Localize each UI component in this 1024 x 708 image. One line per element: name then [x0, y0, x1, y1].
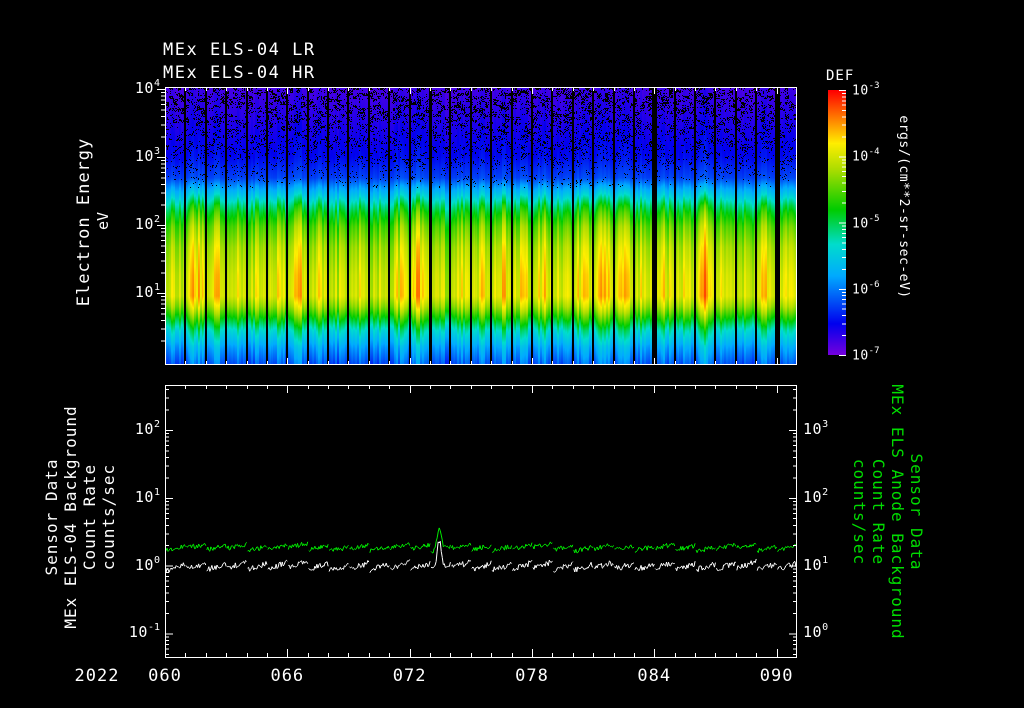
axis-title-line: Sensor Data [42, 458, 61, 576]
xtick-label: 066 [270, 666, 305, 686]
ytick-label: 102 [134, 419, 160, 438]
axis-title-line: Count Rate [80, 463, 99, 571]
ytick-label: 100 [134, 554, 160, 574]
plot-title-lr: MEx ELS-04 LR [163, 40, 316, 60]
ytick-label: 102 [803, 486, 829, 506]
ytick-label: 102 [134, 214, 160, 233]
xtick-label: 072 [392, 666, 427, 686]
xtick-label: 060 [148, 666, 182, 686]
ytick-label: 10-1 [128, 622, 160, 642]
xtick-label: 084 [637, 666, 672, 686]
ytick-label: 103 [803, 419, 829, 438]
ytick-label: 104 [134, 78, 160, 97]
xtick-label: 078 [515, 666, 549, 686]
plot-title-hr: MEx ELS-04 HR [163, 63, 316, 83]
ytick-label: 10-7 [852, 346, 880, 364]
ytick-label: 101 [134, 486, 160, 506]
ytick-label: 10-5 [852, 213, 880, 231]
ytick-label: 101 [134, 282, 160, 301]
ytick-label: 103 [134, 146, 160, 165]
ytick-label: 10-3 [852, 81, 880, 99]
plot-page: MEx ELS-04 LR MEx ELS-04 HR Electron Ene… [0, 0, 1024, 708]
ytick-label: 10-6 [852, 279, 880, 298]
ytick-label: 101 [803, 554, 829, 574]
colorbar-canvas [828, 90, 846, 355]
ytick-label: 100 [803, 622, 829, 642]
spectrogram-canvas [165, 87, 797, 365]
timeseries-canvas [165, 385, 797, 658]
axis-title-line: MEx ELS-04 Background [61, 405, 80, 629]
ytick-label: 10-4 [852, 147, 880, 165]
colorbar-title: DEF [826, 68, 855, 84]
xtick-label: 090 [759, 666, 794, 686]
